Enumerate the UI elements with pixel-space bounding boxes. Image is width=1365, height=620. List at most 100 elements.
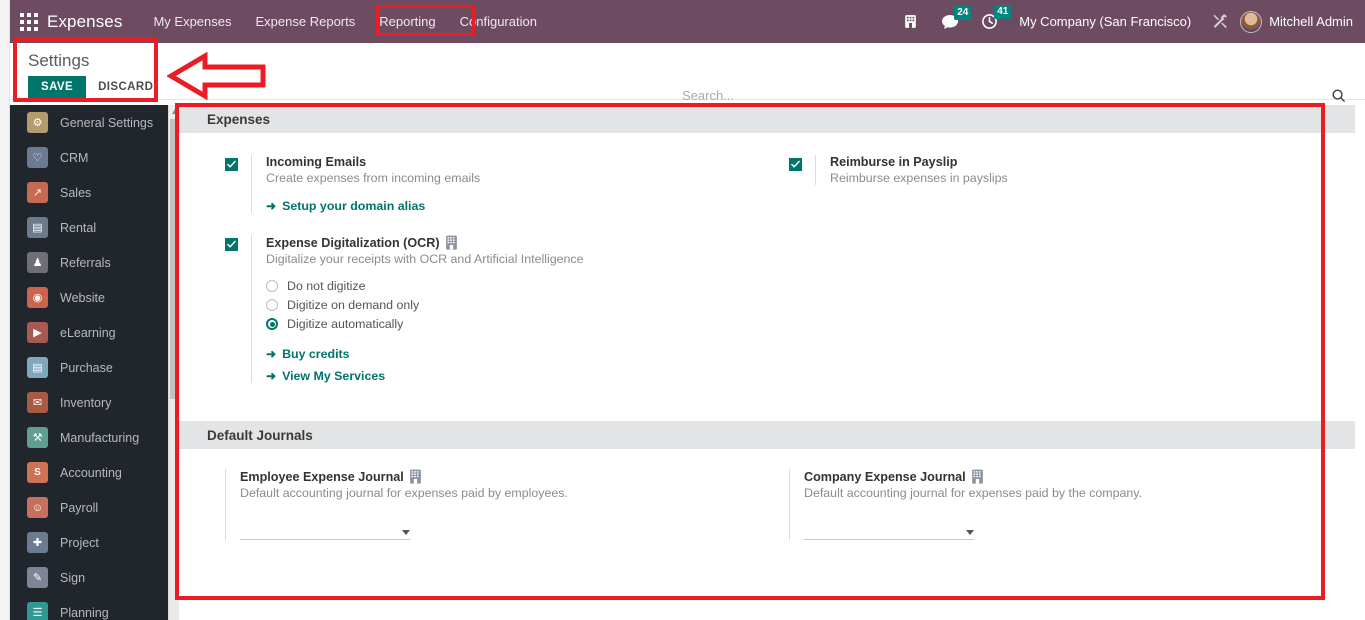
- sidebar-item-label: CRM: [60, 150, 89, 165]
- sidebar-item-general-settings[interactable]: ⚙ General Settings: [10, 105, 168, 140]
- activities-clock-icon[interactable]: 41: [981, 5, 1012, 30]
- expenses-right-column: Reimburse in Payslip Reimburse expenses …: [767, 155, 1355, 387]
- radio-label: Do not digitize: [287, 279, 366, 293]
- expense-digitalization-checkbox[interactable]: [225, 238, 238, 251]
- buy-credits-label: Buy credits: [282, 347, 350, 361]
- sidebar-item-label: Website: [60, 290, 105, 305]
- buy-credits-link[interactable]: ➜ Buy credits: [266, 347, 350, 361]
- reimburse-in-payslip-checkbox[interactable]: [789, 158, 802, 171]
- sidebar-item-label: Payroll: [60, 500, 99, 515]
- referrals-icon: ♟: [27, 252, 48, 273]
- sales-icon: ↗: [27, 182, 48, 203]
- search-input[interactable]: [682, 88, 1302, 103]
- ocr-option-on-demand[interactable]: Digitize on demand only: [266, 298, 583, 312]
- nav-my-expenses[interactable]: My Expenses: [142, 8, 242, 35]
- expenses-left-column: Incoming Emails Create expenses from inc…: [179, 155, 767, 387]
- radio-digitize-on-demand[interactable]: [266, 299, 278, 311]
- developer-tools-icon[interactable]: [1212, 13, 1229, 30]
- website-icon: ◉: [27, 287, 48, 308]
- sidebar-item-label: Accounting: [60, 465, 122, 480]
- enterprise-building-icon[interactable]: [902, 13, 919, 30]
- expense-digitalization-title: Expense Digitalization (OCR): [266, 235, 583, 250]
- sidebar-item-payroll[interactable]: ☺ Payroll: [10, 490, 168, 525]
- sidebar-item-label: Planning: [60, 605, 109, 620]
- settings-content: Expenses Incoming Emails Create expenses…: [179, 105, 1355, 620]
- company-selector[interactable]: My Company (San Francisco): [1019, 14, 1191, 29]
- incoming-emails-title: Incoming Emails: [266, 155, 367, 169]
- arrow-right-icon: ➜: [266, 369, 277, 383]
- sidebar-item-sign[interactable]: ✎ Sign: [10, 560, 168, 595]
- messages-badge: 24: [954, 5, 972, 20]
- sign-icon: ✎: [27, 567, 48, 588]
- sidebar-item-label: Manufacturing: [60, 430, 140, 445]
- sidebar-item-label: Sign: [60, 570, 86, 585]
- view-my-services-link[interactable]: ➜ View My Services: [266, 369, 385, 383]
- sidebar-item-sales[interactable]: ↗ Sales: [10, 175, 168, 210]
- ocr-option-do-not-digitize[interactable]: Do not digitize: [266, 279, 583, 293]
- reimburse-in-payslip-description: Reimburse expenses in payslips: [830, 171, 1008, 185]
- scrollbar-thumb[interactable]: [170, 119, 179, 399]
- sidebar-item-website[interactable]: ◉ Website: [10, 280, 168, 315]
- settings-sidebar[interactable]: ⚙ General Settings ♡ CRM ↗ Sales ▤ Renta…: [10, 105, 168, 620]
- company-expense-journal-select[interactable]: [804, 520, 974, 540]
- sidebar-item-rental[interactable]: ▤ Rental: [10, 210, 168, 245]
- setup-domain-alias-link[interactable]: ➜ Setup your domain alias: [266, 199, 425, 213]
- user-menu-label[interactable]: Mitchell Admin: [1269, 14, 1353, 29]
- sidebar-item-label: General Settings: [60, 115, 154, 130]
- employee-journal-column: Employee Expense Journal Default account…: [179, 469, 767, 540]
- apps-grid-icon[interactable]: [20, 12, 38, 31]
- purchase-icon: ▤: [27, 357, 48, 378]
- radio-digitize-automatically[interactable]: [266, 318, 278, 330]
- project-icon: ✚: [27, 532, 48, 553]
- sidebar-scrollbar[interactable]: [168, 105, 180, 620]
- chevron-down-icon: [966, 530, 974, 535]
- employee-expense-journal-body: Employee Expense Journal Default account…: [225, 469, 767, 540]
- expense-digitalization-description: Digitalize your receipts with OCR and Ar…: [266, 252, 584, 266]
- employee-expense-journal-select[interactable]: [240, 520, 410, 540]
- sidebar-item-label: Purchase: [60, 360, 113, 375]
- sidebar-item-accounting[interactable]: S Accounting: [10, 455, 168, 490]
- employee-expense-journal-field: [240, 520, 767, 540]
- arrow-right-icon: ➜: [266, 347, 277, 361]
- sidebar-item-manufacturing[interactable]: ⚒ Manufacturing: [10, 420, 168, 455]
- sidebar-item-label: Inventory: [60, 395, 112, 410]
- general-settings-icon: ⚙: [27, 112, 48, 133]
- search-icon[interactable]: [1331, 88, 1346, 103]
- save-button[interactable]: SAVE: [28, 76, 87, 98]
- company-expense-journal-title: Company Expense Journal: [804, 469, 1355, 484]
- sidebar-item-inventory[interactable]: ✉ Inventory: [10, 385, 168, 420]
- ocr-option-automatically[interactable]: Digitize automatically: [266, 317, 583, 331]
- enterprise-building-badge-icon: [409, 469, 422, 484]
- messages-icon[interactable]: 24: [941, 5, 972, 30]
- sidebar-item-crm[interactable]: ♡ CRM: [10, 140, 168, 175]
- sidebar-item-purchase[interactable]: ▤ Purchase: [10, 350, 168, 385]
- nav-reporting[interactable]: Reporting: [368, 8, 446, 35]
- avatar[interactable]: [1240, 10, 1263, 33]
- setting-incoming-emails: Incoming Emails Create expenses from inc…: [225, 155, 767, 213]
- chevron-down-icon: [402, 530, 410, 535]
- ocr-mode-radio-group: Do not digitize Digitize on demand only …: [266, 279, 583, 331]
- left-edge-strip: [0, 0, 10, 620]
- employee-journal-title-text: Employee Expense Journal: [240, 469, 404, 484]
- sidebar-item-planning[interactable]: ☰ Planning: [10, 595, 168, 620]
- sidebar-item-project[interactable]: ✚ Project: [10, 525, 168, 560]
- setup-domain-alias-label: Setup your domain alias: [282, 199, 426, 213]
- nav-expense-reports[interactable]: Expense Reports: [245, 8, 367, 35]
- sidebar-item-elearning[interactable]: ▶ eLearning: [10, 315, 168, 350]
- company-journal-column: Company Expense Journal Default accounti…: [767, 469, 1355, 540]
- radio-do-not-digitize[interactable]: [266, 280, 278, 292]
- sidebar-item-label: eLearning: [60, 325, 116, 340]
- discard-button[interactable]: DISCARD: [86, 76, 165, 98]
- nav-configuration[interactable]: Configuration: [449, 8, 548, 35]
- app-brand-expenses[interactable]: Expenses: [47, 12, 122, 32]
- arrow-right-icon: ➜: [266, 199, 277, 213]
- ocr-title-text: Expense Digitalization (OCR): [266, 235, 440, 250]
- sidebar-item-label: Rental: [60, 220, 97, 235]
- sidebar-item-referrals[interactable]: ♟ Referrals: [10, 245, 168, 280]
- enterprise-building-badge-icon: [971, 469, 984, 484]
- default-journals-grid: Employee Expense Journal Default account…: [179, 449, 1355, 540]
- setting-expense-digitalization: Expense Digitalization (OCR) Digitalize …: [225, 235, 767, 383]
- incoming-emails-checkbox[interactable]: [225, 158, 238, 171]
- company-expense-journal-field: [804, 520, 1355, 540]
- incoming-emails-body: Incoming Emails Create expenses from inc…: [251, 155, 480, 213]
